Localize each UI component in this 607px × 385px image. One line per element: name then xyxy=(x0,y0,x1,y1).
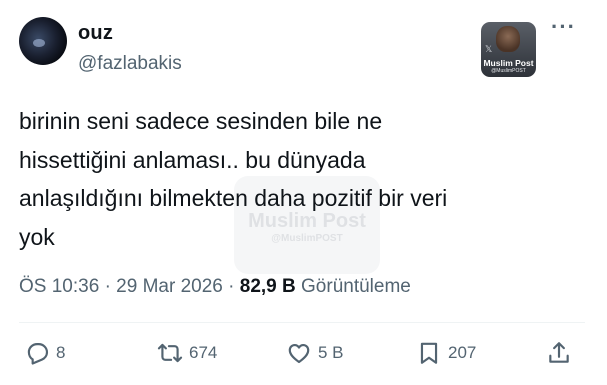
tweet-date[interactable]: 29 Mar 2026 xyxy=(116,276,223,297)
views-label: Görüntüleme xyxy=(301,276,411,297)
badge-avatar-image xyxy=(496,26,520,52)
like-icon xyxy=(288,344,310,364)
bookmark-count: 207 xyxy=(448,343,477,362)
author-display-name[interactable]: ouz xyxy=(78,22,113,45)
tweet-text: birinin seni sadece sesinden bile ne his… xyxy=(19,108,448,250)
meta-separator: · xyxy=(228,276,235,297)
repost-button[interactable]: 674 xyxy=(157,340,217,366)
x-logo-icon: 𝕏 xyxy=(485,44,493,54)
badge-title: Muslim Post xyxy=(483,58,534,68)
like-button[interactable]: 5 B xyxy=(286,340,344,366)
bookmark-button[interactable]: 207 xyxy=(416,340,476,366)
repost-count: 674 xyxy=(189,343,218,362)
badge-handle: @MuslimPOST xyxy=(491,68,526,74)
meta-separator: · xyxy=(104,276,111,297)
author-handle[interactable]: @fazlabakis xyxy=(78,53,182,75)
views-count: 82,9 B xyxy=(239,276,296,297)
reply-count: 8 xyxy=(56,343,66,362)
muslim-post-badge[interactable]: 𝕏 Muslim Post @MuslimPOST xyxy=(481,22,536,77)
bookmark-icon xyxy=(420,342,438,364)
share-icon xyxy=(549,342,569,363)
like-count: 5 B xyxy=(318,343,344,362)
more-options-icon[interactable]: ··· xyxy=(551,16,579,40)
repost-icon xyxy=(157,343,183,363)
author-avatar[interactable] xyxy=(19,17,67,65)
reply-icon xyxy=(27,343,49,365)
share-button[interactable] xyxy=(546,340,572,366)
tweet-meta: ÖS 10:36 · 29 Mar 2026 · 82,9 B Görüntül… xyxy=(19,276,411,298)
divider xyxy=(19,322,585,323)
reply-button[interactable]: 8 xyxy=(24,340,65,366)
tweet-time[interactable]: ÖS 10:36 xyxy=(19,276,99,297)
